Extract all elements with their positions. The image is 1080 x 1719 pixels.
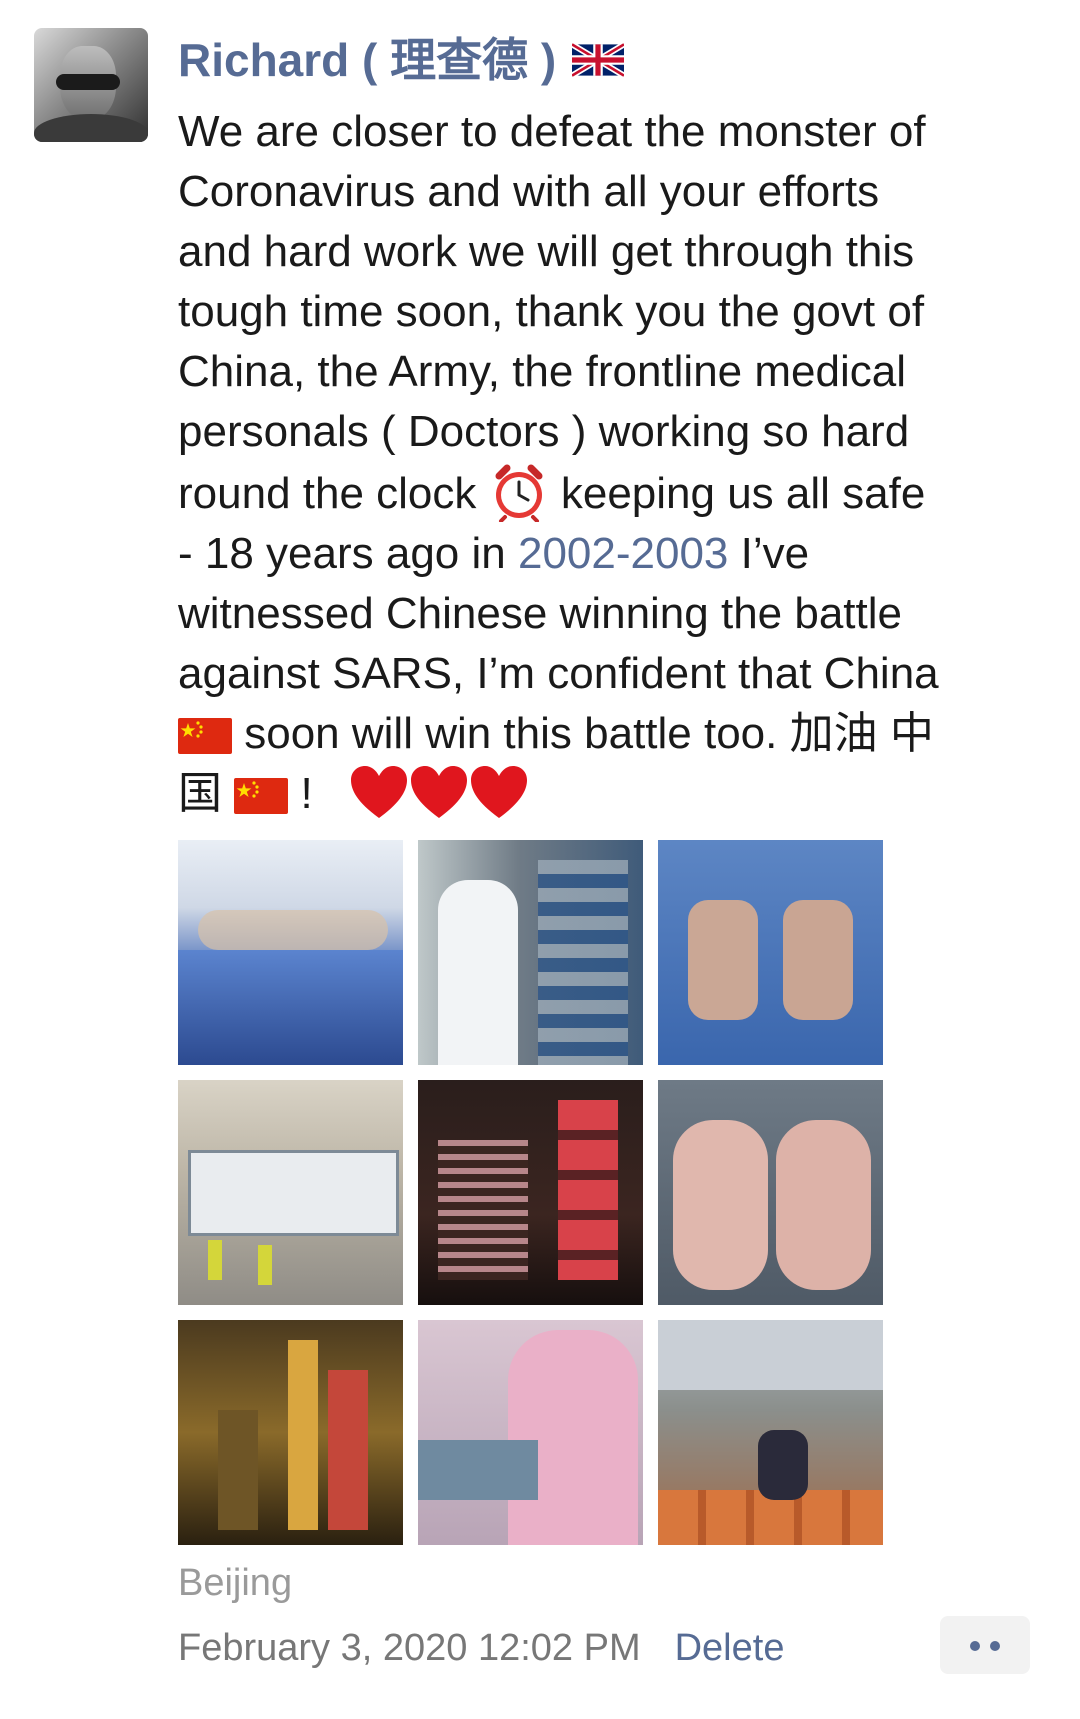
more-options-button[interactable] — [940, 1616, 1030, 1674]
text-fragment: - 18 years ago in — [178, 529, 518, 578]
post-text-line: round the clock keeping us all safe — [178, 462, 1048, 524]
post-text-line: witnessed Chinese winning the battle — [178, 589, 903, 638]
post-text-line: tough time soon, thank you the govt of — [178, 287, 925, 336]
date-link[interactable]: 2002-2003 — [518, 529, 728, 578]
post-text-line: and hard work we will get through this — [178, 227, 915, 276]
photo-detail — [688, 900, 758, 1020]
more-dots-icon — [990, 1641, 1000, 1651]
post-location[interactable]: Beijing — [178, 1560, 292, 1606]
avatar-sunglasses — [56, 74, 120, 90]
delete-button[interactable]: Delete — [675, 1624, 785, 1672]
photo-detail — [658, 1320, 883, 1390]
photo-workers-making-masks[interactable] — [418, 1320, 643, 1545]
photo-detail — [328, 1370, 368, 1530]
post-text-line: soon will win this battle too. 加油 中 — [178, 704, 1048, 764]
photo-hospital-construction[interactable] — [178, 1080, 403, 1305]
photo-worker-resting-construction[interactable] — [658, 1320, 883, 1545]
photo-grid — [178, 840, 883, 1545]
post-text-line: We are closer to defeat the monster of — [178, 107, 926, 156]
photo-damaged-hands[interactable] — [658, 1080, 883, 1305]
text-fragment: round the clock — [178, 469, 489, 518]
photo-detail — [758, 1430, 808, 1500]
text-fragment: I’ve — [728, 529, 810, 578]
photo-detail — [198, 910, 388, 950]
china-flag-icon — [178, 718, 232, 754]
photo-city-skyline-night[interactable] — [178, 1320, 403, 1545]
post-text-line: personals ( Doctors ) working so hard — [178, 407, 910, 456]
post-text: We are closer to defeat the monster of C… — [178, 102, 1048, 824]
post-text-line: - 18 years ago in 2002-2003 I’ve — [178, 524, 1048, 584]
photo-detail — [508, 1330, 638, 1545]
photo-detail — [558, 1100, 618, 1280]
photo-detail — [288, 1340, 318, 1530]
photo-detail — [783, 900, 853, 1020]
post-timestamp: February 3, 2020 12:02 PM — [178, 1627, 641, 1669]
photo-detail — [438, 1140, 528, 1280]
more-dots-icon — [970, 1641, 980, 1651]
photo-detail — [258, 1245, 272, 1285]
avatar[interactable] — [34, 28, 148, 142]
uk-flag-icon — [572, 43, 625, 77]
photo-detail — [218, 1410, 258, 1530]
photo-detail — [418, 1440, 538, 1500]
red-heart-icon — [351, 766, 408, 818]
china-flag-icon — [234, 778, 289, 814]
text-fragment: ! — [288, 769, 313, 818]
alarm-clock-icon — [495, 464, 543, 522]
photo-detail — [178, 950, 403, 1065]
photo-doctor-hands-gloves[interactable] — [658, 840, 883, 1065]
red-heart-icon — [411, 766, 468, 818]
author-name[interactable]: Richard ( 理查德 ) — [178, 30, 556, 90]
author-row: Richard ( 理查德 ) — [178, 30, 625, 90]
photo-detail — [776, 1120, 871, 1290]
red-heart-icon — [471, 766, 528, 818]
post-text-line: China, the Army, the frontline medical — [178, 347, 906, 396]
photo-detail — [538, 860, 628, 1065]
photo-detail — [188, 1150, 399, 1236]
post-meta: February 3, 2020 12:02 PM Delete — [178, 1624, 784, 1672]
photo-night-building-slogan[interactable] — [418, 1080, 643, 1305]
post-text-line: against SARS, I’m confident that China — [178, 649, 939, 698]
text-fragment: soon will win this battle too. 加油 中 — [232, 709, 934, 758]
avatar-shoulder — [34, 114, 148, 142]
text-fragment: 国 — [178, 769, 222, 818]
photo-officials-in-hospital[interactable] — [178, 840, 403, 1065]
photo-detail — [208, 1240, 222, 1280]
text-fragment: keeping us all safe — [548, 469, 926, 518]
post-text-line: Coronavirus and with all your efforts — [178, 167, 880, 216]
post-text-line: 国 ! — [178, 764, 1048, 824]
photo-detail — [673, 1120, 768, 1290]
photo-worker-disinfecting-train[interactable] — [418, 840, 643, 1065]
photo-detail — [438, 880, 518, 1065]
